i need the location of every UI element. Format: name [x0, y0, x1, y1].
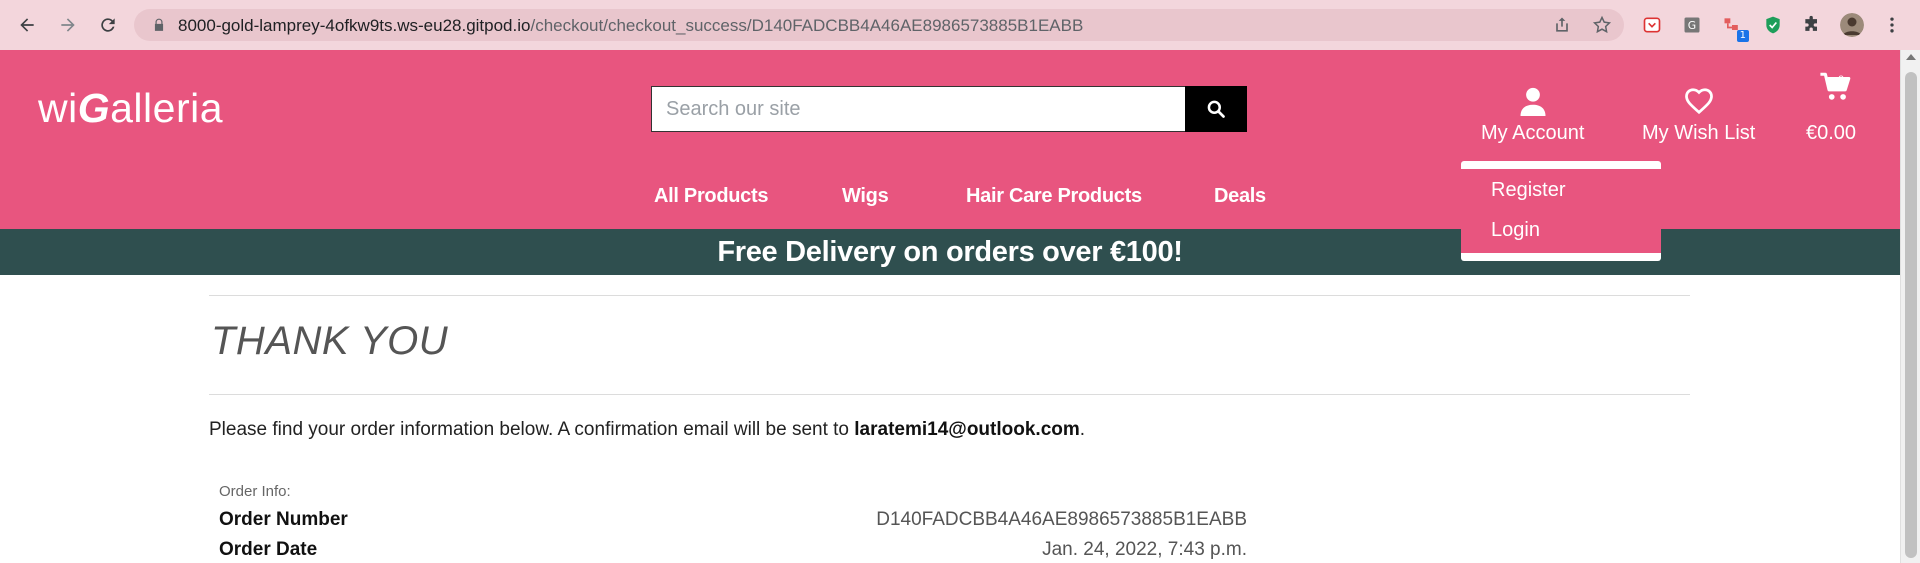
shield-extension-icon[interactable] — [1762, 14, 1784, 36]
nav-hair-care-products[interactable]: Hair Care Products — [966, 185, 1142, 208]
pocket-extension-icon[interactable] — [1641, 14, 1663, 36]
page-scrollbar[interactable] — [1900, 50, 1920, 563]
nav-all-products[interactable]: All Products — [654, 185, 769, 208]
share-icon[interactable] — [1552, 15, 1572, 35]
search-input[interactable] — [651, 86, 1185, 132]
order-number-label: Order Number — [219, 509, 348, 530]
top-divider — [209, 295, 1690, 296]
cart-count: 0 — [1838, 74, 1845, 86]
cart-link[interactable]: 0 €0.00 — [1806, 70, 1864, 144]
url-path: /checkout/checkout_success/D140FADCBB4A4… — [530, 16, 1084, 35]
lock-icon[interactable] — [152, 18, 166, 32]
confirmation-email: laratemi14@outlook.com — [854, 419, 1080, 440]
svg-text:G: G — [1688, 19, 1696, 32]
login-link[interactable]: Login — [1491, 219, 1540, 242]
nav-deals[interactable]: Deals — [1214, 185, 1266, 208]
wish-list-label: My Wish List — [1642, 122, 1756, 144]
profile-avatar[interactable] — [1840, 13, 1864, 37]
scroll-thumb[interactable] — [1905, 72, 1917, 558]
puzzle-icon[interactable] — [1801, 14, 1823, 36]
order-info-label: Order Info: — [219, 483, 291, 500]
star-icon[interactable] — [1592, 15, 1612, 35]
confirmation-message: Please find your order information below… — [209, 419, 1085, 441]
message-text: Please find your order information below… — [209, 419, 855, 440]
cart-total: €0.00 — [1806, 122, 1857, 144]
account-dropdown: Register Login — [1461, 161, 1661, 261]
grammar-extension-icon[interactable]: G — [1681, 14, 1703, 36]
search-button[interactable] — [1185, 86, 1247, 132]
cart-icon — [1820, 72, 1851, 100]
kebab-menu-icon[interactable] — [1881, 14, 1903, 36]
order-number-value: D140FADCBB4A46AE8986573885B1EABB — [876, 509, 1247, 530]
my-account-label: My Account — [1481, 122, 1585, 144]
order-date-label: Order Date — [219, 539, 318, 560]
heart-icon — [1684, 88, 1713, 115]
my-account-link[interactable]: My Account — [1481, 86, 1584, 145]
back-icon[interactable] — [14, 12, 40, 38]
url-text[interactable]: 8000-gold-lamprey-4ofkw9ts.ws-eu28.gitpo… — [178, 16, 1083, 36]
address-bar[interactable]: 8000-gold-lamprey-4ofkw9ts.ws-eu28.gitpo… — [134, 9, 1624, 41]
logo-suffix: alleria — [110, 85, 224, 131]
extension-badge: 1 — [1736, 30, 1749, 42]
logo-g: G — [77, 85, 111, 131]
site-logo[interactable]: wiGalleria — [38, 85, 223, 132]
forward-icon[interactable] — [55, 12, 81, 38]
search-icon — [1207, 100, 1225, 118]
message-suffix: . — [1079, 419, 1086, 440]
network-extension-icon[interactable]: 1 — [1721, 14, 1749, 42]
reload-icon[interactable] — [95, 12, 121, 38]
url-host: 8000-gold-lamprey-4ofkw9ts.ws-eu28.gitpo… — [178, 16, 531, 35]
title-divider — [209, 394, 1690, 395]
browser-toolbar: 8000-gold-lamprey-4ofkw9ts.ws-eu28.gitpo… — [0, 0, 1920, 50]
search-form — [651, 86, 1247, 132]
wish-list-link[interactable]: My Wish List — [1642, 86, 1755, 145]
logo-prefix: wi — [38, 85, 78, 131]
user-icon — [1520, 87, 1546, 116]
register-link[interactable]: Register — [1491, 179, 1565, 202]
order-date-value: Jan. 24, 2022, 7:43 p.m. — [1042, 539, 1247, 560]
scroll-up-arrow-icon[interactable] — [1906, 54, 1916, 60]
nav-wigs[interactable]: Wigs — [842, 185, 889, 208]
page-title: THANK YOU — [211, 319, 449, 363]
